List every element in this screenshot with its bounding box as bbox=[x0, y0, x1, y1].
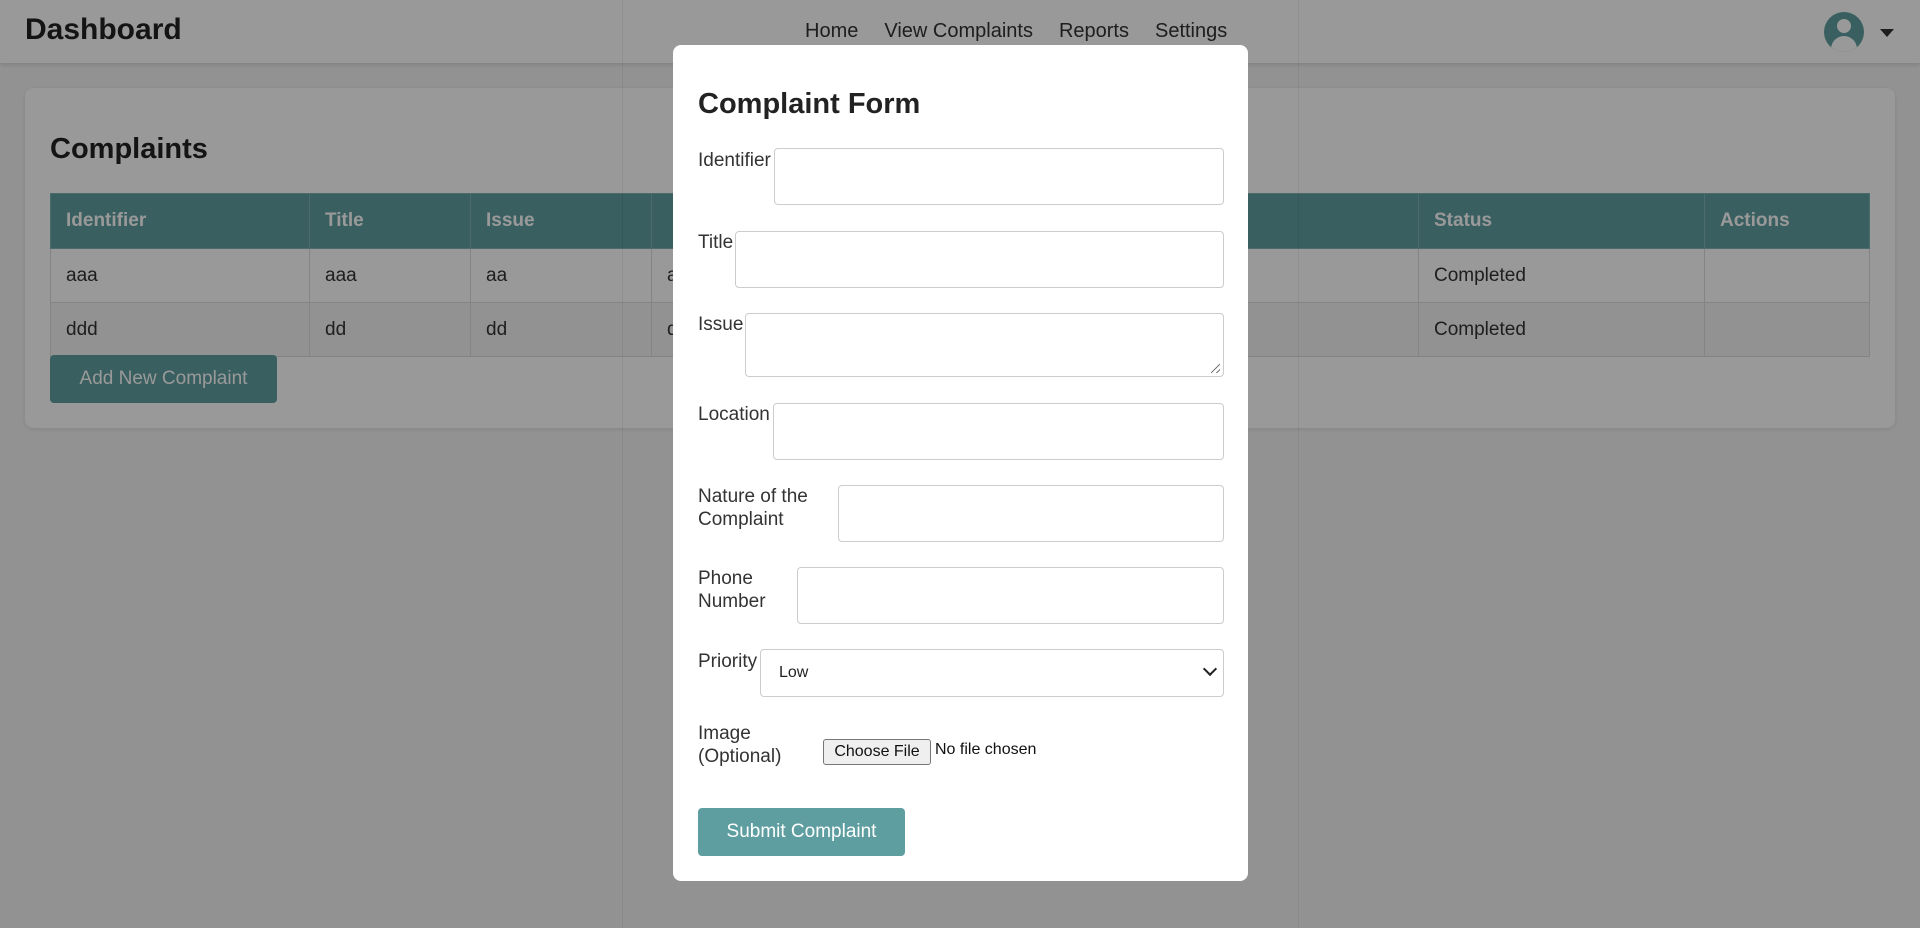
priority-label: Priority bbox=[698, 651, 758, 672]
modal-title: Complaint Form bbox=[698, 88, 921, 120]
location-input[interactable] bbox=[773, 403, 1224, 460]
phone-label: Phone Number bbox=[698, 568, 766, 612]
title-input[interactable] bbox=[735, 231, 1224, 288]
image-label: Image (Optional) bbox=[698, 723, 782, 767]
file-status: No file chosen bbox=[935, 741, 1037, 758]
phone-input[interactable] bbox=[797, 567, 1224, 624]
identifier-label: Identifier bbox=[698, 150, 771, 171]
nature-input[interactable] bbox=[838, 485, 1224, 542]
priority-select[interactable]: Low bbox=[760, 649, 1224, 697]
identifier-input[interactable] bbox=[774, 148, 1224, 205]
nature-label: Nature of the Complaint bbox=[698, 486, 808, 530]
submit-complaint-button[interactable]: Submit Complaint bbox=[698, 808, 905, 856]
priority-value: Low bbox=[779, 664, 809, 681]
chevron-down-icon bbox=[1202, 661, 1218, 677]
choose-file-button[interactable]: Choose File bbox=[823, 739, 931, 765]
issue-textarea[interactable] bbox=[745, 313, 1224, 377]
location-label: Location bbox=[698, 404, 770, 425]
resize-handle-icon[interactable] bbox=[1211, 364, 1220, 373]
title-label: Title bbox=[698, 232, 734, 253]
issue-label: Issue bbox=[698, 314, 744, 335]
complaint-form-modal: Complaint Form Identifier Title Issue Lo… bbox=[673, 45, 1248, 881]
